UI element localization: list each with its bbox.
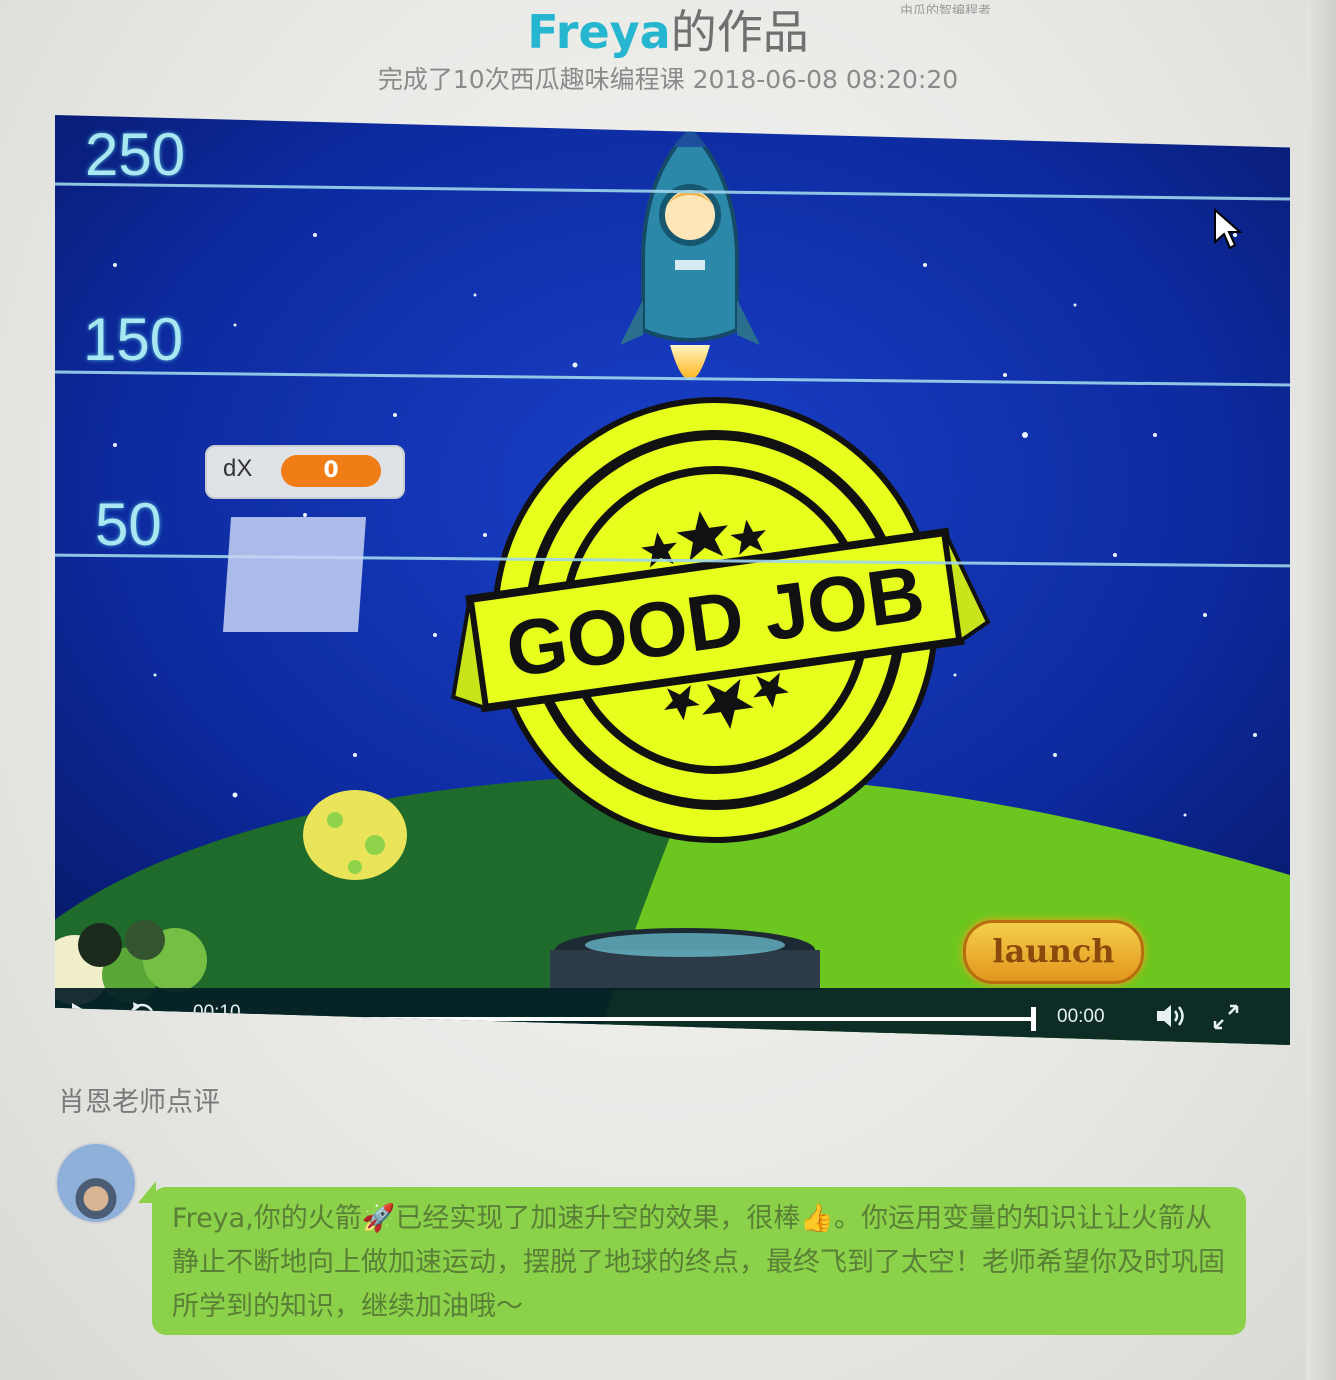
variable-value: 0 <box>281 455 381 487</box>
page-subtitle: 完成了10次西瓜趣味编程课 2018-06-08 08:20:20 <box>377 65 959 94</box>
launch-label: launch <box>992 932 1115 970</box>
current-time: 00:10 <box>193 1002 241 1023</box>
teacher-avatar[interactable] <box>55 1142 137 1224</box>
end-time: 00:00 <box>1057 1006 1105 1027</box>
replay-30-button[interactable]: 30 <box>127 1000 157 1034</box>
progress-bar[interactable] <box>270 1007 1036 1031</box>
progress-knob[interactable] <box>1031 1007 1036 1031</box>
grid-label-50: 50 <box>95 491 162 558</box>
fullscreen-button[interactable] <box>1211 1002 1241 1036</box>
page-title: Freya的作品 <box>0 2 1336 62</box>
grid-label-150: 150 <box>83 306 184 373</box>
video-player[interactable]: GOOD JOB 250 150 50 dX 0 launch 30 00:10… <box>55 115 1290 1045</box>
launch-pad <box>550 928 820 990</box>
game-stage[interactable]: GOOD JOB 250 150 50 dX 0 launch <box>55 115 1290 1045</box>
volume-button[interactable] <box>1155 1002 1187 1034</box>
ghost-sprite <box>222 517 367 632</box>
svg-text:30: 30 <box>136 1012 148 1023</box>
variable-label: dX <box>223 455 253 482</box>
fullscreen-icon <box>1213 1004 1239 1030</box>
player-controls: 30 00:10 00:00 <box>55 988 1290 1045</box>
author-name[interactable]: Freya <box>527 5 670 59</box>
replay-icon: 30 <box>129 1002 155 1029</box>
volume-icon <box>1157 1005 1184 1027</box>
progress-fill <box>270 1017 1036 1021</box>
review-comment: Freya,你的火箭🚀已经实现了加速升空的效果，很棒👍。你运用变量的知识让让火箭… <box>172 1203 1225 1322</box>
review-title: 肖恩老师点评 <box>58 1087 220 1118</box>
review-bubble: Freya,你的火箭🚀已经实现了加速升空的效果，很棒👍。你运用变量的知识让让火箭… <box>138 1181 1246 1335</box>
grid-label-250: 250 <box>85 121 186 188</box>
play-button[interactable] <box>69 1000 95 1034</box>
launch-button[interactable]: launch <box>963 920 1144 984</box>
screen-edge <box>1306 0 1336 1380</box>
title-suffix: 的作品 <box>670 5 809 59</box>
variable-monitor[interactable]: dX 0 <box>205 445 405 499</box>
play-icon <box>72 1003 93 1027</box>
